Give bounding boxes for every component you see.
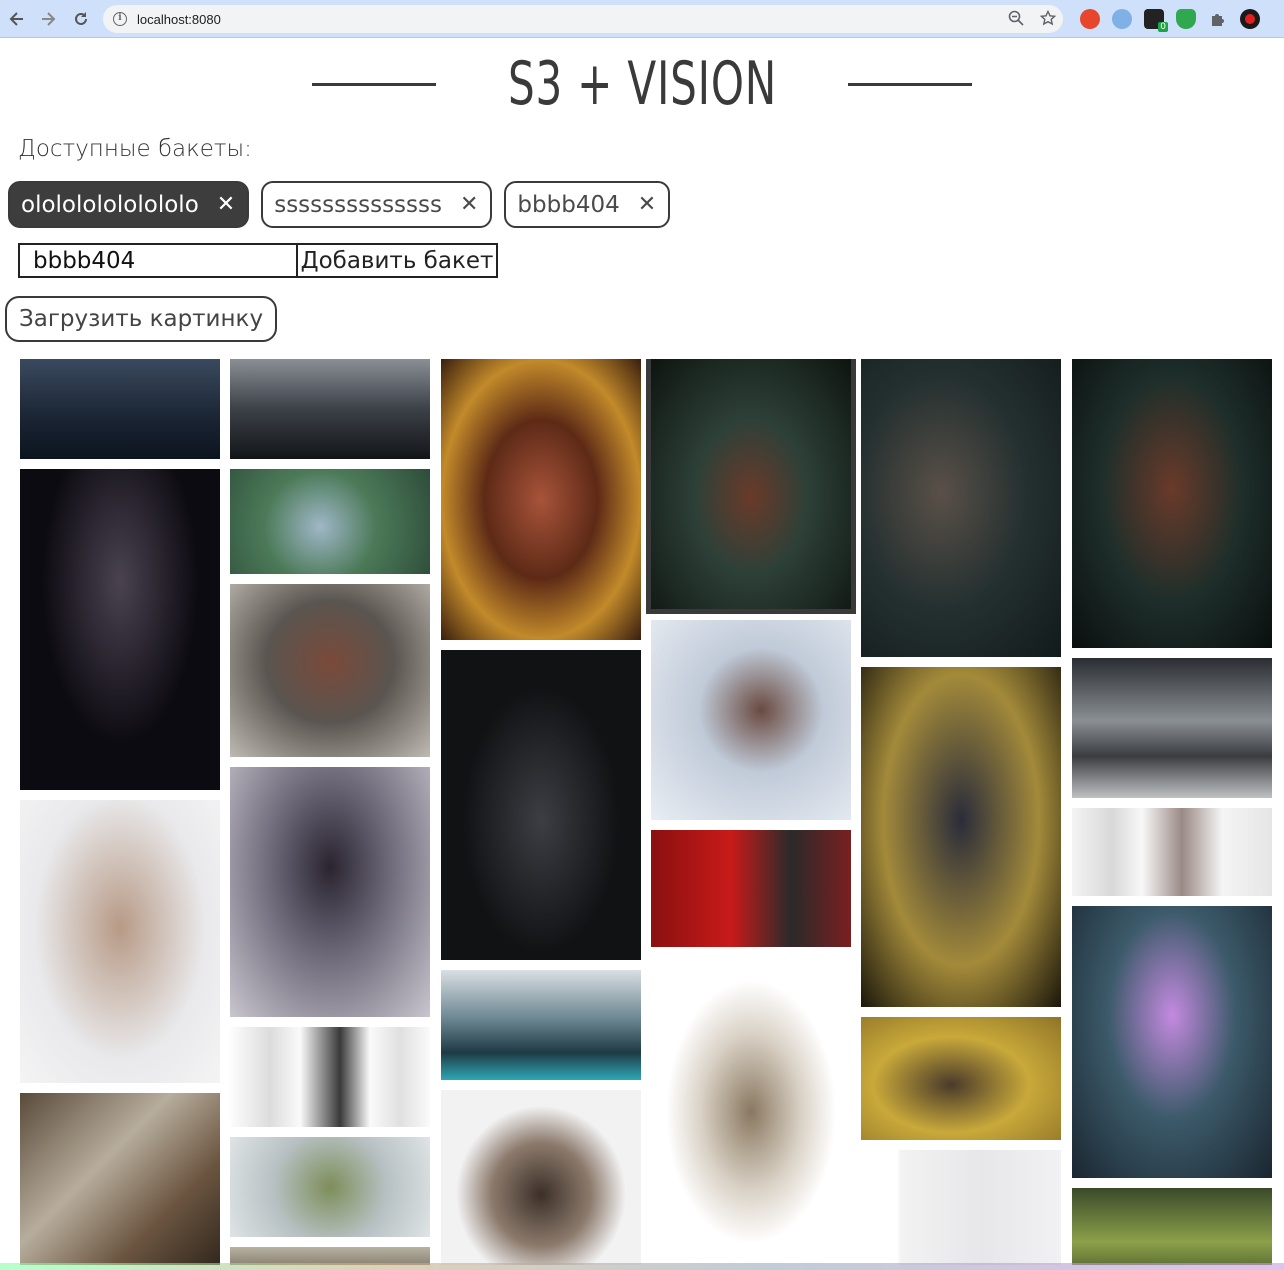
bucket-chip[interactable]: ssssssssssssss ✕ <box>261 181 493 228</box>
extension-badge: 0 <box>1158 22 1168 32</box>
gallery-image-character-turnaround[interactable] <box>1072 808 1272 896</box>
fire-extension-icon[interactable] <box>1080 9 1100 29</box>
gallery-image-character-blonde[interactable] <box>20 800 220 1083</box>
zoom-icon[interactable] <box>1008 10 1024 30</box>
gallery-image-spear-girl[interactable] <box>651 957 851 1265</box>
gallery-image-armored-character[interactable] <box>20 1093 220 1265</box>
bucket-chip[interactable]: ololololololololo ✕ <box>8 181 250 228</box>
gallery-image-hangar[interactable] <box>230 359 430 459</box>
page-title: S3 + VISION <box>507 49 777 119</box>
profile-avatar-icon[interactable] <box>1240 9 1260 29</box>
gallery-image-cat-girl-noodles[interactable] <box>1072 906 1272 1178</box>
address-url: localhost:8080 <box>137 11 221 27</box>
remove-bucket-icon[interactable]: ✕ <box>638 193 656 216</box>
adblock-shield-icon[interactable] <box>1176 9 1196 29</box>
page-header: S3 + VISION <box>0 46 1284 122</box>
site-info-icon[interactable]: i <box>113 12 127 26</box>
puzzle-badge-extension-icon[interactable]: 0 <box>1144 9 1168 32</box>
gallery-image-character-sheet[interactable] <box>230 1027 430 1127</box>
bottom-edge-strip <box>0 1263 1284 1270</box>
gallery-image-character-vest[interactable] <box>20 469 220 790</box>
gallery-image-anime-pilot[interactable] <box>651 620 851 820</box>
gallery-image-crystal-landscape[interactable] <box>441 970 641 1080</box>
remove-bucket-icon[interactable]: ✕ <box>460 193 478 216</box>
gallery-image-red-cape-mage-selected[interactable] <box>646 359 856 614</box>
add-bucket-button[interactable]: Добавить бакет <box>298 243 498 278</box>
gallery-image-turnaround-sheet[interactable] <box>861 1150 1061 1265</box>
back-icon[interactable] <box>6 8 28 30</box>
gallery-image-red-gunner[interactable] <box>651 830 851 947</box>
gallery-image-seated-woman[interactable] <box>861 359 1061 657</box>
extensions-puzzle-icon[interactable] <box>1208 9 1228 29</box>
forward-icon[interactable] <box>37 8 59 30</box>
title-divider-right <box>848 82 973 86</box>
bucket-chip-label: bbbb404 <box>517 191 620 218</box>
gallery-image-plague-doctor[interactable] <box>441 650 641 960</box>
gallery-image-mech-beast[interactable] <box>861 1017 1061 1140</box>
bucket-chip-label: ssssssssssssss <box>274 191 442 218</box>
gallery-image-officer-yellow[interactable] <box>861 667 1061 1007</box>
title-divider-left <box>311 82 436 86</box>
bucket-name-input[interactable] <box>18 243 298 278</box>
bucket-list: ololololololololo ✕ ssssssssssssss ✕ bbb… <box>8 181 671 228</box>
bucket-chip-label: ololololololololo <box>21 191 199 218</box>
shield-extension-icon[interactable] <box>1112 9 1132 29</box>
gallery-image-base-aerial[interactable] <box>230 469 430 574</box>
gallery-image-throne-creature[interactable] <box>441 359 641 640</box>
bookmark-star-icon[interactable] <box>1039 9 1057 30</box>
gallery-image-swordswoman[interactable] <box>441 1090 641 1265</box>
buckets-label: Доступные бакеты: <box>18 136 252 162</box>
gallery-image-vehicle-garage[interactable] <box>1072 658 1272 798</box>
upload-image-button[interactable]: Загрузить картинку <box>5 296 278 342</box>
address-bar[interactable]: i localhost:8080 <box>103 5 1063 33</box>
remove-bucket-icon[interactable]: ✕ <box>217 193 235 216</box>
image-gallery <box>20 359 1284 1265</box>
reload-icon[interactable] <box>70 8 92 30</box>
bucket-chip[interactable]: bbbb404 ✕ <box>504 181 671 228</box>
gallery-image-mech-suit[interactable] <box>230 584 430 757</box>
gallery-image-landscape-clouds[interactable] <box>230 1137 430 1237</box>
gallery-image-hooded-figure[interactable] <box>1072 359 1272 648</box>
browser-toolbar: i localhost:8080 0 <box>0 0 1284 38</box>
gallery-image-armored-woman[interactable] <box>230 767 430 1017</box>
gallery-image-vehicle-night[interactable] <box>20 359 220 459</box>
gallery-image-forest[interactable] <box>1072 1188 1272 1265</box>
add-bucket-form: Добавить бакет <box>18 243 498 278</box>
